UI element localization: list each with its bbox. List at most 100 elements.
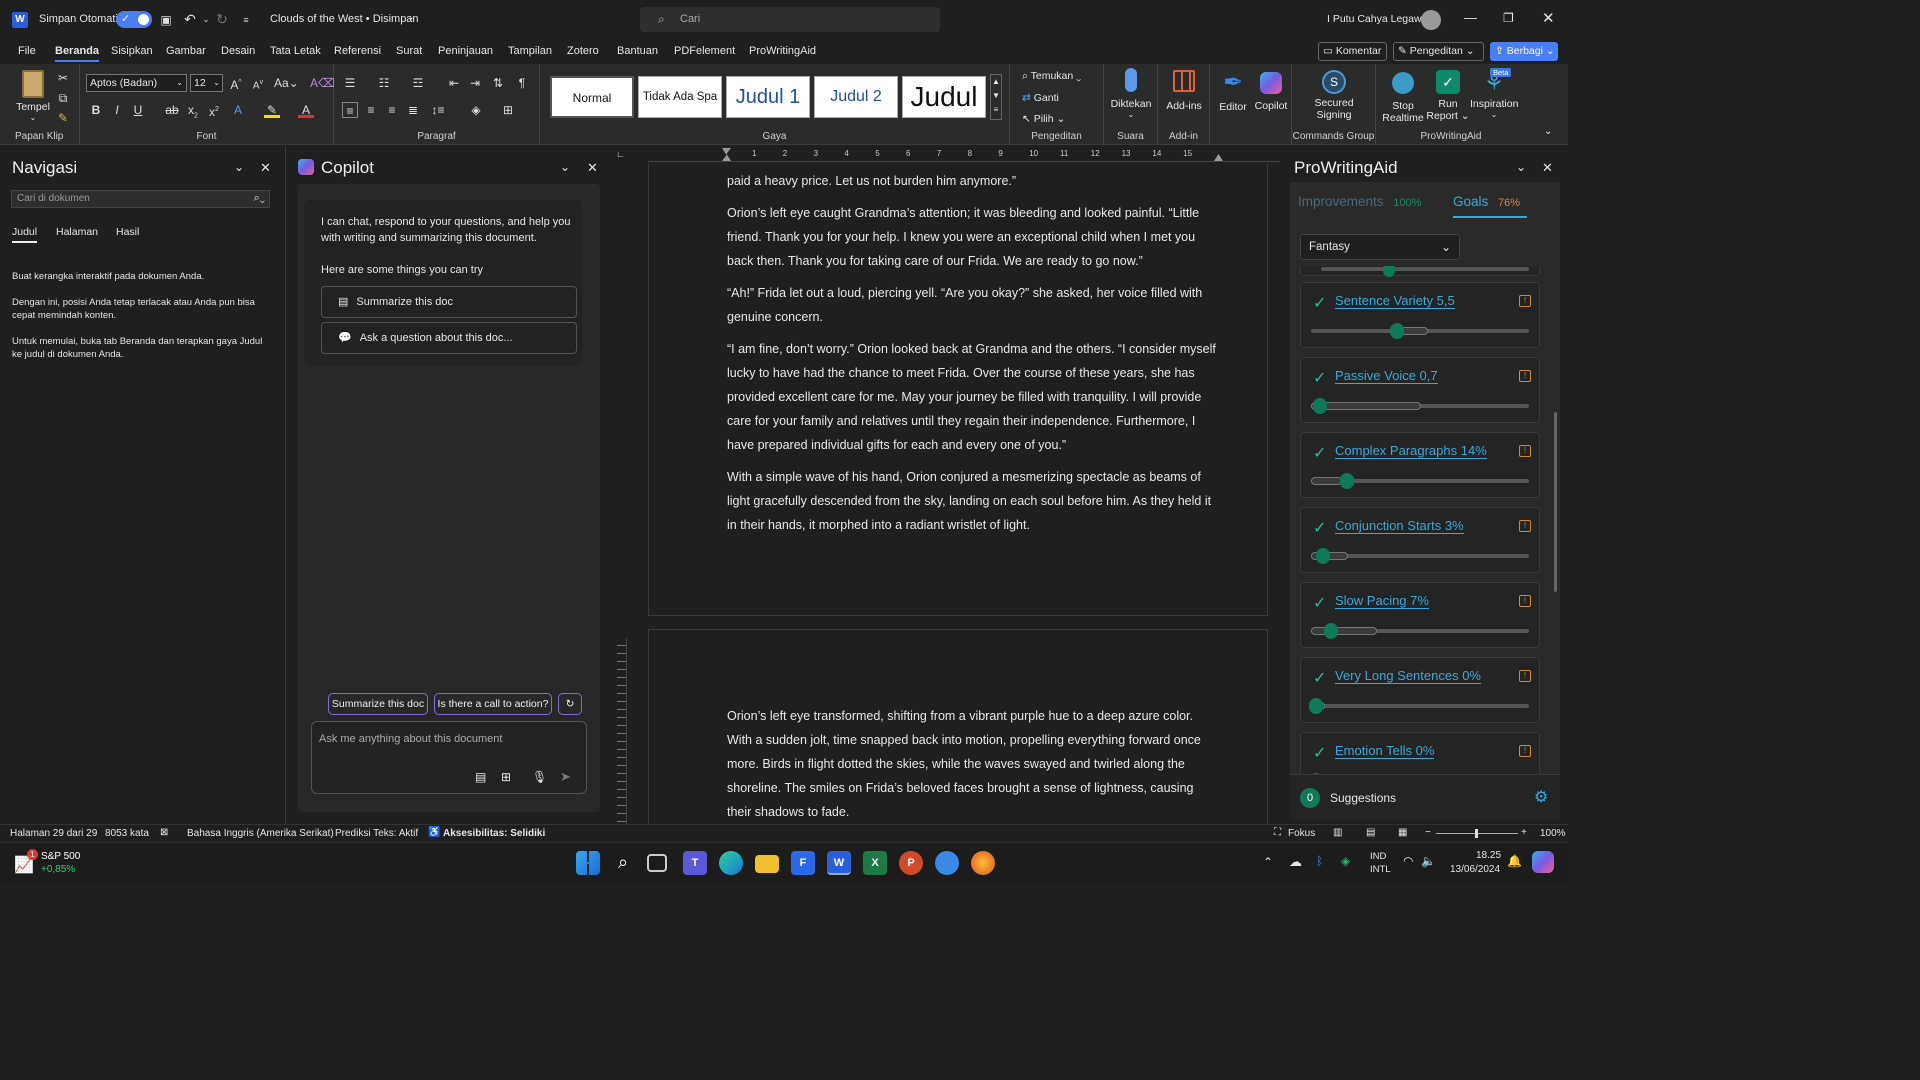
info-icon[interactable]: ! [1519, 445, 1531, 457]
info-icon[interactable]: ! [1519, 520, 1531, 532]
justify-icon[interactable]: ≣ [405, 102, 421, 118]
menu-tab-tampilan[interactable]: Tampilan [508, 45, 552, 57]
chevron-down-icon[interactable]: ⌄ [234, 160, 244, 174]
settings-icon[interactable]: ⚙ [1534, 787, 1548, 807]
search-icon[interactable]: ⌕ [611, 851, 635, 875]
redo-icon[interactable]: ↻ [214, 11, 230, 27]
secured-signing-button[interactable]: S Secured Signing [1300, 68, 1368, 121]
menu-tab-tata-letak[interactable]: Tata Letak [270, 45, 321, 57]
windows-start-icon[interactable] [576, 851, 600, 875]
goal-label[interactable]: Conjunction Starts 3% [1335, 518, 1464, 534]
line-spacing-icon[interactable]: ↕≡ [430, 102, 446, 118]
app-icon[interactable] [935, 851, 959, 875]
menu-tab-bantuan[interactable]: Bantuan [617, 45, 658, 57]
zoom-slider-thumb[interactable] [1475, 829, 1478, 838]
menu-tab-pdfelement[interactable]: PDFelement [674, 45, 735, 57]
goal-slider-knob[interactable] [1309, 698, 1323, 714]
task-view-icon[interactable] [647, 854, 667, 872]
goal-label[interactable]: Very Long Sentences 0% [1335, 668, 1481, 684]
excel-icon[interactable]: X [863, 851, 887, 875]
collapse-ribbon-icon[interactable]: ⌄ [1544, 126, 1552, 137]
zoom-level[interactable]: 100% [1540, 828, 1566, 839]
strikethrough-icon[interactable]: ab [164, 102, 180, 118]
avatar[interactable] [1421, 10, 1441, 30]
editing-mode-button[interactable]: ✎ Pengeditan ⌄ [1393, 42, 1484, 61]
select-button[interactable]: ↖ Pilih ⌄ [1022, 113, 1065, 125]
attach-icon[interactable]: ⊞ [501, 770, 511, 784]
file-explorer-icon[interactable] [755, 855, 779, 873]
zoom-in-icon[interactable]: + [1521, 827, 1527, 838]
undo-icon[interactable]: ↶ [182, 11, 198, 27]
dictate-button[interactable]: Diktekan ⌄ [1108, 68, 1154, 119]
focus-button[interactable]: Fokus [1288, 828, 1315, 839]
info-icon[interactable]: ! [1519, 370, 1531, 382]
refresh-suggestions-button[interactable]: ↻ [558, 693, 582, 715]
run-report-button[interactable]: ✓ Run Report ⌄ [1426, 68, 1470, 122]
microphone-icon[interactable]: 🎙 [532, 770, 547, 784]
volume-icon[interactable]: 🔈 [1421, 854, 1436, 868]
comment-button[interactable]: ▭ Komentar [1318, 42, 1387, 61]
paragraph[interactable]: Orion’s left eye caught Grandma’s attent… [727, 201, 1221, 273]
info-icon[interactable]: ! [1519, 670, 1531, 682]
chevron-down-icon[interactable]: ⌄ [407, 12, 415, 23]
minimize-icon[interactable]: — [1464, 10, 1477, 25]
editor-button[interactable]: ✒ Editor [1216, 68, 1250, 113]
share-button[interactable]: ⇪ Berbagi ⌄ [1490, 42, 1558, 61]
addins-button[interactable]: Add-ins [1162, 68, 1206, 112]
summarize-chip[interactable]: Summarize this doc [328, 693, 428, 715]
menu-tab-desain[interactable]: Desain [221, 45, 255, 57]
sort-icon[interactable]: ⇅ [490, 75, 506, 91]
bullets-icon[interactable]: ☰ [342, 75, 358, 91]
italic-icon[interactable]: I [109, 102, 125, 118]
info-icon[interactable]: ! [1519, 745, 1531, 757]
menu-tab-beranda[interactable]: Beranda [55, 45, 100, 62]
send-icon[interactable]: ➤ [560, 769, 571, 785]
suggestions-label[interactable]: Suggestions [1330, 791, 1396, 805]
bluetooth-icon[interactable]: ᛒ [1316, 854, 1323, 868]
pilcrow-icon[interactable]: ¶ [514, 75, 530, 91]
subscript-icon[interactable]: x2 [185, 102, 201, 119]
todo-icon[interactable]: F [791, 851, 815, 875]
notification-bell-icon[interactable]: 🔔 [1507, 854, 1522, 868]
web-layout-icon[interactable]: ▦ [1398, 827, 1407, 838]
call-to-action-chip[interactable]: Is there a call to action? [434, 693, 552, 715]
format-painter-icon[interactable]: ✎ [55, 110, 71, 126]
font-size-select[interactable]: 12 ⌄ [190, 74, 223, 92]
teams-icon[interactable]: T [683, 851, 707, 875]
goal-label[interactable]: Slow Pacing 7% [1335, 593, 1429, 609]
close-icon[interactable]: ✕ [587, 160, 598, 176]
ask-question-option[interactable]: 💬 Ask a question about this doc... [321, 322, 577, 354]
horizontal-ruler[interactable]: 1 2 3 4 5 6 7 8 9 10 11 12 13 14 15 [648, 148, 1280, 162]
bold-icon[interactable]: B [88, 102, 104, 118]
powerpoint-icon[interactable]: P [899, 851, 923, 875]
copilot-input[interactable]: Ask me anything about this document ▤ ⊞ … [311, 721, 587, 794]
goal-label[interactable]: Passive Voice 0,7 [1335, 368, 1438, 384]
copilot-taskbar-icon[interactable] [1532, 851, 1554, 873]
nav-search-input[interactable]: Cari di dokumen ⌕⌄ [11, 190, 270, 208]
close-icon[interactable]: ✕ [1542, 160, 1553, 176]
read-mode-icon[interactable]: ▥ [1333, 827, 1342, 838]
clock-date[interactable]: 13/06/2024 [1450, 864, 1500, 875]
goal-label[interactable]: Complex Paragraphs 14% [1335, 443, 1487, 459]
tab-improvements[interactable]: Improvements 100% [1298, 194, 1421, 209]
font-color-icon[interactable]: A [298, 102, 314, 118]
autosave-toggle[interactable]: ✓ [116, 11, 152, 28]
decrease-indent-icon[interactable]: ⇤ [446, 75, 462, 91]
clock-time[interactable]: 18.25 [1476, 850, 1501, 861]
goal-slider-knob[interactable] [1324, 623, 1339, 639]
shading-icon[interactable]: ◈ [468, 102, 484, 118]
prompt-library-icon[interactable]: ▤ [475, 770, 486, 784]
copilot-button[interactable]: Copilot [1252, 68, 1290, 112]
wifi-icon[interactable]: ◠ [1403, 854, 1413, 868]
menu-tab-peninjauan[interactable]: Peninjauan [438, 45, 493, 57]
edge-icon[interactable] [719, 851, 743, 875]
style-heading-2[interactable]: Judul 2 [814, 76, 898, 118]
page-2-text[interactable]: Orion’s left eye transformed, shifting f… [727, 704, 1221, 824]
goal-slider-knob[interactable] [1313, 398, 1328, 414]
menu-tab-surat[interactable]: Surat [396, 45, 422, 57]
word-icon[interactable]: W [827, 851, 851, 875]
save-icon[interactable]: ▣ [158, 12, 174, 28]
accessibility-status[interactable]: Aksesibilitas: Selidiki [443, 828, 545, 839]
paragraph[interactable]: “I am fine, don’t worry.” Orion looked b… [727, 337, 1221, 457]
highlight-icon[interactable]: ✎ [264, 102, 280, 118]
